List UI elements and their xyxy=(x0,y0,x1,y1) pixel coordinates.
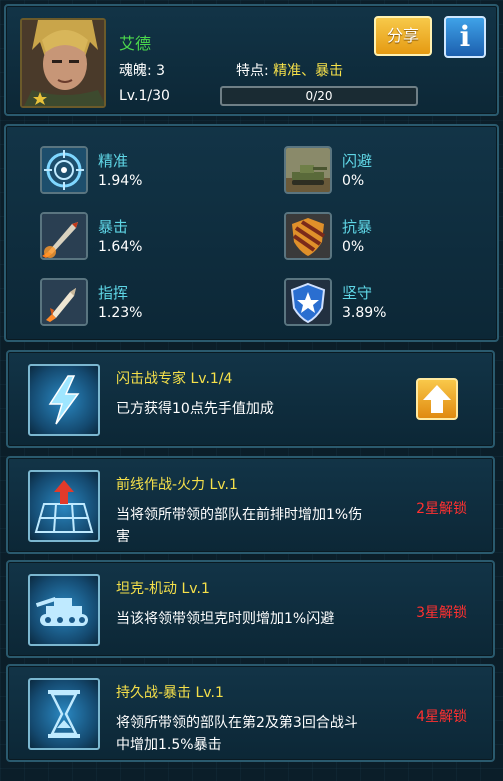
stat-defense: 坚守 3.89% xyxy=(284,278,503,328)
crosshair-icon xyxy=(40,146,88,194)
stat-label: 精准 xyxy=(98,152,129,170)
stat-value: 0% xyxy=(342,173,365,189)
stat-label: 暴击 xyxy=(98,218,129,236)
stat-label: 指挥 xyxy=(98,284,129,302)
stat-label: 闪避 xyxy=(342,152,373,170)
skill-desc: 当该将领带领坦克时则增加1%闪避 xyxy=(116,611,335,627)
skill-name: 前线作战-火力 Lv.1 xyxy=(116,477,238,493)
traits-label: 特点: xyxy=(236,63,269,79)
skill-name: 坦克-机动 Lv.1 xyxy=(116,581,210,597)
skill-unlock-requirement: 2星解锁 xyxy=(416,501,467,517)
striped-shield-icon xyxy=(284,212,332,260)
arrow-up-icon xyxy=(423,385,451,413)
stat-accuracy: 精准 1.94% xyxy=(40,146,260,196)
skill-desc: 将领所带领的部队在第2及第3回合战斗中增加1.5%暴击 xyxy=(116,715,358,753)
skill-desc: 已方获得10点先手值加成 xyxy=(116,401,274,417)
missile-icon xyxy=(40,212,88,260)
share-button[interactable]: 分享 xyxy=(374,16,432,56)
stat-value: 1.23% xyxy=(98,305,143,321)
hero-traits: 特点: 精准、暴击 xyxy=(236,60,343,80)
skill-desc: 当将领所带领的部队在前排时增加1%伤害 xyxy=(116,507,363,545)
tank-icon xyxy=(284,146,332,194)
skill-row-tank-mobility[interactable]: 坦克-机动 Lv.1 当该将领带领坦克时则增加1%闪避 3星解锁 xyxy=(6,560,495,658)
hero-avatar-image xyxy=(22,20,104,106)
stat-command: 指挥 1.23% xyxy=(40,278,260,328)
hero-portrait[interactable] xyxy=(20,18,106,108)
traits-value: 精准、暴击 xyxy=(273,63,344,79)
front-line-icon xyxy=(28,470,100,542)
stat-crit: 暴击 1.64% xyxy=(40,212,260,262)
hourglass-icon xyxy=(28,678,100,750)
skill-row-endurance-crit[interactable]: 持久战-暴击 Lv.1 将领所带领的部队在第2及第3回合战斗中增加1.5%暴击 … xyxy=(6,664,495,762)
stat-dodge: 闪避 0% xyxy=(284,146,503,196)
tank-icon xyxy=(28,574,100,646)
stat-label: 坚守 xyxy=(342,284,373,302)
stat-value: 1.94% xyxy=(98,173,143,189)
hero-exp-progress-bar: 0/20 xyxy=(220,86,418,106)
skill-unlock-requirement: 3星解锁 xyxy=(416,605,467,621)
rocket-icon xyxy=(40,278,88,326)
stat-value: 0% xyxy=(342,239,365,255)
stat-value: 1.64% xyxy=(98,239,143,255)
progress-text: 0/20 xyxy=(305,89,333,103)
stat-crit-resist: 抗暴 0% xyxy=(284,212,503,262)
hero-level: Lv.1/30 xyxy=(119,88,170,104)
skill-row-frontline[interactable]: 前线作战-火力 Lv.1 当将领所带领的部队在前排时增加1%伤害 2星解锁 xyxy=(6,456,495,554)
upgrade-button[interactable] xyxy=(416,378,458,420)
hero-soul-count: 魂魄: 3 xyxy=(119,63,166,79)
skill-row-blitz[interactable]: 闪击战专家 Lv.1/4 已方获得10点先手值加成 xyxy=(6,350,495,448)
skill-name: 持久战-暴击 Lv.1 xyxy=(116,685,224,701)
stats-panel: 精准 1.94% 闪避 0% 暴击 1.64% 抗暴 0% 指挥 1.23% 坚… xyxy=(4,124,499,342)
skill-name: 闪击战专家 Lv.1/4 xyxy=(116,371,233,387)
hero-name: 艾德 xyxy=(119,34,152,53)
star-shield-icon xyxy=(284,278,332,326)
stat-value: 3.89% xyxy=(342,305,387,321)
stat-label: 抗暴 xyxy=(342,218,373,236)
lightning-icon xyxy=(28,364,100,436)
info-button[interactable]: i xyxy=(444,16,486,58)
hero-header-panel: 艾德 魂魄: 3 特点: 精准、暴击 Lv.1/30 0/20 分享 i xyxy=(4,4,499,116)
skill-unlock-requirement: 4星解锁 xyxy=(416,709,467,725)
